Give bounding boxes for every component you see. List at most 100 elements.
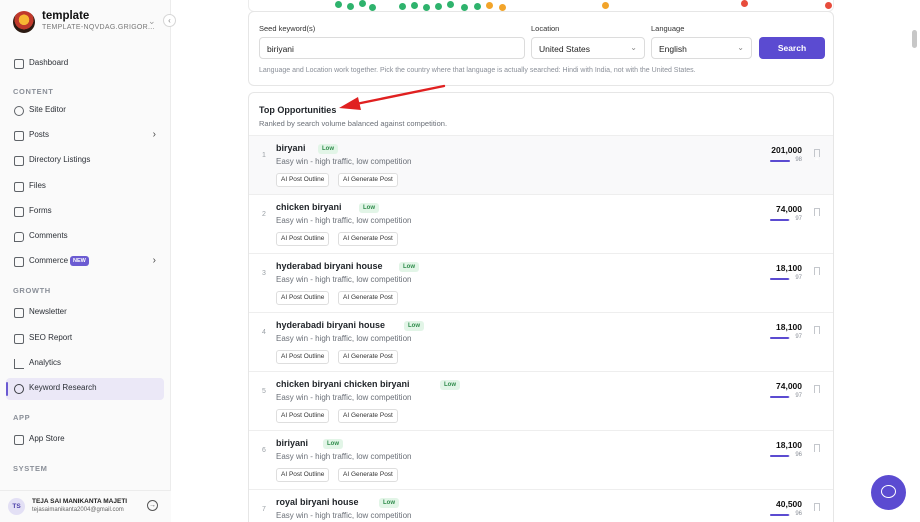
- analytics-icon: [14, 359, 24, 369]
- seed-keyword-input[interactable]: biriyani: [259, 37, 525, 59]
- search-volume: 40,500: [776, 499, 802, 509]
- bookmark-icon[interactable]: [814, 385, 820, 396]
- language-select[interactable]: English ⌄: [651, 37, 752, 59]
- collapse-sidebar-button[interactable]: ‹: [163, 14, 176, 27]
- difficulty-badge: Low: [399, 262, 419, 272]
- keyword-text: biryani: [276, 143, 306, 153]
- sidebar-item-comments[interactable]: Comments: [6, 226, 164, 248]
- avatar: TS: [8, 498, 25, 515]
- dashboard-icon: [14, 59, 24, 69]
- chart-dot: [741, 0, 748, 7]
- sidebar-item-label: Dashboard: [29, 58, 69, 67]
- search-volume: 18,100: [776, 440, 802, 450]
- sidebar-item-seo-report[interactable]: SEO Report: [6, 328, 164, 350]
- ai-post-outline-button[interactable]: AI Post Outline: [276, 173, 330, 187]
- search-form: Seed keyword(s) biriyani Location United…: [248, 11, 834, 86]
- chat-bubble-icon: [881, 485, 896, 498]
- search-button[interactable]: Search: [759, 37, 825, 59]
- sidebar-item-app-store[interactable]: App Store: [6, 429, 164, 451]
- ai-generate-post-button[interactable]: AI Generate Post: [338, 409, 398, 423]
- opportunity-row[interactable]: 6 biriyani Low Easy win - high traffic, low…: [249, 430, 833, 489]
- bookmark-icon[interactable]: [814, 208, 820, 219]
- ai-post-outline-button[interactable]: AI Post Outline: [276, 409, 330, 423]
- difficulty-badge: Low: [379, 498, 399, 508]
- chat-button[interactable]: [871, 475, 906, 510]
- bookmark-icon[interactable]: [814, 326, 820, 337]
- scrollbar-thumb[interactable]: [912, 30, 917, 48]
- score-bar: [770, 514, 790, 516]
- opportunity-row[interactable]: 4 hyderabadi biryani house Low Easy win - h…: [249, 312, 833, 371]
- score-bar: [770, 160, 790, 162]
- ai-post-outline-button[interactable]: AI Post Outline: [276, 232, 330, 246]
- language-value: English: [659, 44, 687, 54]
- keyword-description: Easy win - high traffic, low competition: [276, 157, 412, 166]
- workspace-switcher[interactable]: template TEMPLATE-NQVDAG.GRIGOR... ⌄: [13, 10, 163, 34]
- ai-post-outline-button[interactable]: AI Post Outline: [276, 468, 330, 482]
- location-value: United States: [539, 44, 591, 54]
- bookmark-icon[interactable]: [814, 503, 820, 514]
- search-volume: 74,000: [776, 204, 802, 214]
- opportunity-row[interactable]: 5 chicken biryani chicken biryani Low Easy …: [249, 371, 833, 430]
- logout-icon[interactable]: →: [147, 500, 158, 511]
- search-icon: [14, 384, 24, 394]
- sidebar-item-commerce[interactable]: Commerce NEW ›: [6, 251, 164, 273]
- ai-generate-post-button[interactable]: AI Generate Post: [338, 350, 398, 364]
- chart-dot: [447, 1, 454, 8]
- clipboard-icon: [14, 207, 24, 217]
- opportunity-row[interactable]: 7 royal biryani house Low Easy win - high t…: [249, 489, 833, 522]
- sidebar-item-keyword-research[interactable]: Keyword Research: [6, 378, 164, 400]
- chevron-down-icon: ⌄: [148, 16, 156, 26]
- keyword-description: Easy win - high traffic, low competition: [276, 334, 412, 343]
- book-icon: [14, 156, 24, 166]
- chart-dot: [335, 1, 342, 8]
- chart-dot: [411, 2, 418, 9]
- ai-generate-post-button[interactable]: AI Generate Post: [338, 232, 398, 246]
- keyword-description: Easy win - high traffic, low competition: [276, 452, 412, 461]
- keyword-text: hyderabad biryani house: [276, 261, 383, 271]
- ai-post-outline-button[interactable]: AI Post Outline: [276, 350, 330, 364]
- sidebar-item-label: Files: [29, 181, 46, 190]
- score-bar-fill: [770, 396, 790, 398]
- sidebar-item-files[interactable]: Files: [6, 176, 164, 198]
- bookmark-icon[interactable]: [814, 149, 820, 160]
- sidebar-item-directory-listings[interactable]: Directory Listings: [6, 150, 164, 172]
- sidebar-item-dashboard[interactable]: Dashboard: [6, 53, 164, 75]
- search-volume: 74,000: [776, 381, 802, 391]
- ai-post-outline-button[interactable]: AI Post Outline: [276, 291, 330, 305]
- ai-generate-post-button[interactable]: AI Generate Post: [338, 173, 398, 187]
- search-volume: 201,000: [771, 145, 802, 155]
- mail-icon: [14, 308, 24, 318]
- difficulty-badge: Low: [404, 321, 424, 331]
- ai-generate-post-button[interactable]: AI Generate Post: [338, 468, 398, 482]
- sidebar-item-site-editor[interactable]: Site Editor: [6, 100, 164, 122]
- rank-number: 6: [262, 447, 266, 454]
- user-profile[interactable]: TS TEJA SAI MANIKANTA MAJETI tejasaimani…: [0, 490, 171, 522]
- chart-dot: [435, 3, 442, 10]
- sidebar-item-analytics[interactable]: Analytics: [6, 353, 164, 375]
- user-email: tejasaimanikanta2004@gmail.com: [32, 507, 124, 513]
- shopping-bag-icon: [14, 257, 24, 267]
- keyword-text: chicken biryani: [276, 202, 342, 212]
- sidebar-item-label: Directory Listings: [29, 155, 91, 164]
- chart-dot: [825, 2, 832, 9]
- ai-generate-post-button[interactable]: AI Generate Post: [338, 291, 398, 305]
- location-select[interactable]: United States ⌄: [531, 37, 645, 59]
- opportunity-row[interactable]: 2 chicken biryani Low Easy win - high traff…: [249, 194, 833, 253]
- score-bar-fill: [770, 219, 790, 221]
- opportunity-row[interactable]: 1 biryani Low Easy win - high traffic, low …: [249, 135, 833, 194]
- section-label-app: APP: [13, 413, 31, 422]
- bookmark-icon[interactable]: [814, 267, 820, 278]
- document-icon: [14, 131, 24, 141]
- palette-icon: [14, 106, 24, 116]
- sidebar-item-posts[interactable]: Posts ›: [6, 125, 164, 147]
- sidebar-item-label: SEO Report: [29, 333, 73, 342]
- rank-number: 2: [262, 211, 266, 218]
- score-bar: [770, 455, 790, 457]
- bookmark-icon[interactable]: [814, 444, 820, 455]
- chart-dot: [461, 4, 468, 11]
- difficulty-badge: Low: [440, 380, 460, 390]
- opportunity-row[interactable]: 3 hyderabad biryani house Low Easy win - hi…: [249, 253, 833, 312]
- opportunity-score: 96: [795, 511, 802, 517]
- sidebar-item-forms[interactable]: Forms: [6, 201, 164, 223]
- sidebar-item-newsletter[interactable]: Newsletter: [6, 302, 164, 324]
